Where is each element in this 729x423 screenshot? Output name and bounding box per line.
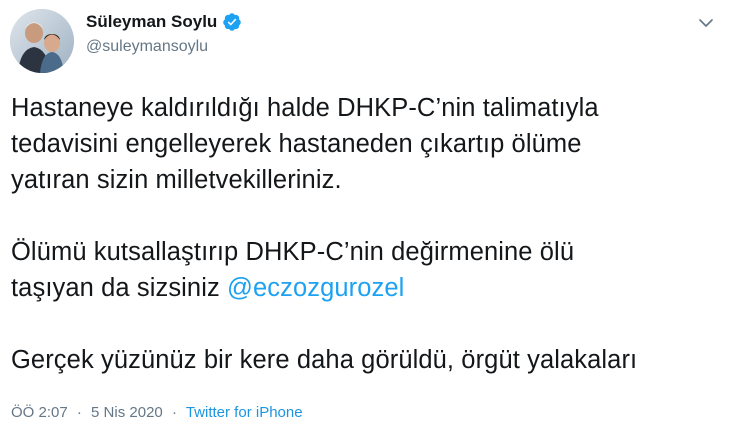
name-row: Süleyman Soylu <box>86 10 242 34</box>
tweet-line: tedavisini engelleyerek hastaneden çıkar… <box>11 130 582 158</box>
tweet-text: Hastaneye kaldırıldığı halde DHKP-C’nin … <box>11 90 711 378</box>
meta-separator: · <box>76 404 82 421</box>
tweet-line: yatıran sizin milletvekilleriniz. <box>11 166 342 194</box>
mention-link[interactable]: @eczozgurozel <box>227 274 404 302</box>
tweet-line: Hastaneye kaldırıldığı halde DHKP-C’nin … <box>11 94 599 122</box>
display-name[interactable]: Süleyman Soylu <box>86 12 217 32</box>
author-block: Süleyman Soylu @suleymansoylu <box>86 10 242 56</box>
handle[interactable]: @suleymansoylu <box>86 38 242 56</box>
meta-separator: · <box>171 404 177 421</box>
verified-badge-icon <box>223 13 242 31</box>
tweet-meta: ÖÖ 2:07 · 5 Nis 2020 · Twitter for iPhon… <box>11 404 303 422</box>
tweet-card: Süleyman Soylu @suleymansoylu Hastaneye … <box>0 0 729 423</box>
tweet-date[interactable]: 5 Nis 2020 <box>91 404 163 421</box>
chevron-down-icon[interactable] <box>697 14 715 32</box>
tweet-source-link[interactable]: Twitter for iPhone <box>186 404 303 421</box>
avatar-photo <box>10 9 74 73</box>
avatar[interactable] <box>10 9 74 73</box>
tweet-line-with-mention: taşıyan da sizsiniz @eczozgurozel <box>11 270 711 306</box>
tweet-time[interactable]: ÖÖ 2:07 <box>11 404 68 421</box>
tweet-line: Ölümü kutsallaştırıp DHKP-C’nin değirmen… <box>11 238 575 266</box>
tweet-text-fragment: taşıyan da sizsiniz <box>11 274 228 302</box>
tweet-line: Gerçek yüzünüz bir kere daha görüldü, ör… <box>11 346 638 374</box>
